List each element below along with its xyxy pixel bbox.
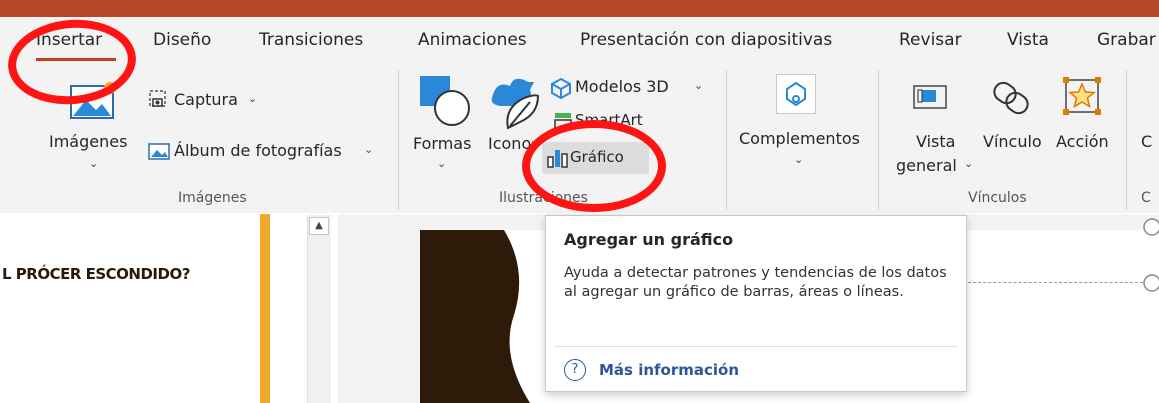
group-label-imagenes: Imágenes [178,190,247,206]
album-button[interactable]: Álbum de fotografías ⌄ [148,138,388,166]
group-divider [398,70,399,210]
clipped-group-label: C [1141,190,1151,206]
tab-revisar[interactable]: Revisar [899,30,962,50]
icons-gallery-icon [491,78,540,130]
accion-button[interactable] [1062,76,1102,116]
complementos-button[interactable] [776,74,816,114]
formas-label: Formas [413,134,472,153]
mas-informacion-link[interactable]: Más información [599,361,739,379]
vista-general-button[interactable] [912,80,952,116]
captura-label: Captura [174,90,238,109]
tooltip: Agregar un gráfico Ayuda a detectar patr… [545,215,967,392]
group-label-vinculos: Vínculos [968,190,1027,206]
chevron-down-icon: ⌄ [364,143,374,156]
chevron-down-icon: ⌄ [248,92,258,105]
complementos-label: Complementos [739,129,860,148]
selection-guide-line [968,282,1148,283]
action-star-icon [1063,77,1101,115]
zoom-summary-icon [913,85,947,109]
vinculo-label: Vínculo [983,132,1042,151]
tab-presentacion[interactable]: Presentación con diapositivas [580,30,832,50]
tooltip-title: Agregar un gráfico [564,230,734,249]
slide-brown-shape [420,230,530,403]
tooltip-body: Ayuda a detectar patrones y tendencias d… [564,265,947,300]
highlight-circle-grafico [522,120,666,212]
tab-vista[interactable]: Vista [1007,30,1049,50]
modelos-3d-button[interactable]: Modelos 3D ⌄ [550,75,710,101]
scroll-up-arrow-icon[interactable]: ▲ [309,217,329,235]
cube-icon [551,77,571,99]
accion-label: Acción [1056,132,1109,151]
album-label: Álbum de fotografías [174,141,342,160]
group-divider [1126,70,1127,210]
clipped-comments-label: C [1141,132,1153,151]
thumbnail-title: L PRÓCER ESCONDIDO? [2,265,190,283]
iconos-button[interactable] [486,72,544,132]
tab-grabar[interactable]: Grabar [1097,30,1159,50]
chevron-down-icon: ⌄ [694,79,704,92]
shapes-icon [420,76,470,126]
link-icon [993,81,1029,115]
general-label: general [896,156,957,175]
title-bar [0,0,1159,17]
chevron-down-icon: ⌄ [964,157,974,170]
vinculo-button[interactable] [990,78,1032,118]
chevron-down-icon: ⌄ [437,157,447,170]
formas-button[interactable] [416,72,472,132]
group-divider [726,70,727,210]
screenshot-icon [149,90,166,107]
group-divider [878,70,879,210]
vertical-scrollbar[interactable] [307,215,331,403]
chevron-down-icon: ⌄ [89,157,99,170]
tab-transiciones[interactable]: Transiciones [259,30,363,50]
photo-album-icon [148,143,170,160]
tooltip-divider [554,346,958,347]
imagenes-label: Imágenes [49,132,128,151]
selection-handle-icon[interactable] [1140,215,1159,295]
modelos-label: Modelos 3D [575,77,669,96]
add-ins-icon [786,81,806,107]
tab-diseno[interactable]: Diseño [153,30,211,50]
vista-label: Vista [916,132,956,151]
captura-button[interactable]: Captura ⌄ [148,86,273,114]
slide-thumbnail[interactable] [0,214,270,403]
help-icon[interactable]: ? [564,359,586,381]
tab-animaciones[interactable]: Animaciones [418,30,527,50]
chevron-down-icon: ⌄ [794,153,804,166]
